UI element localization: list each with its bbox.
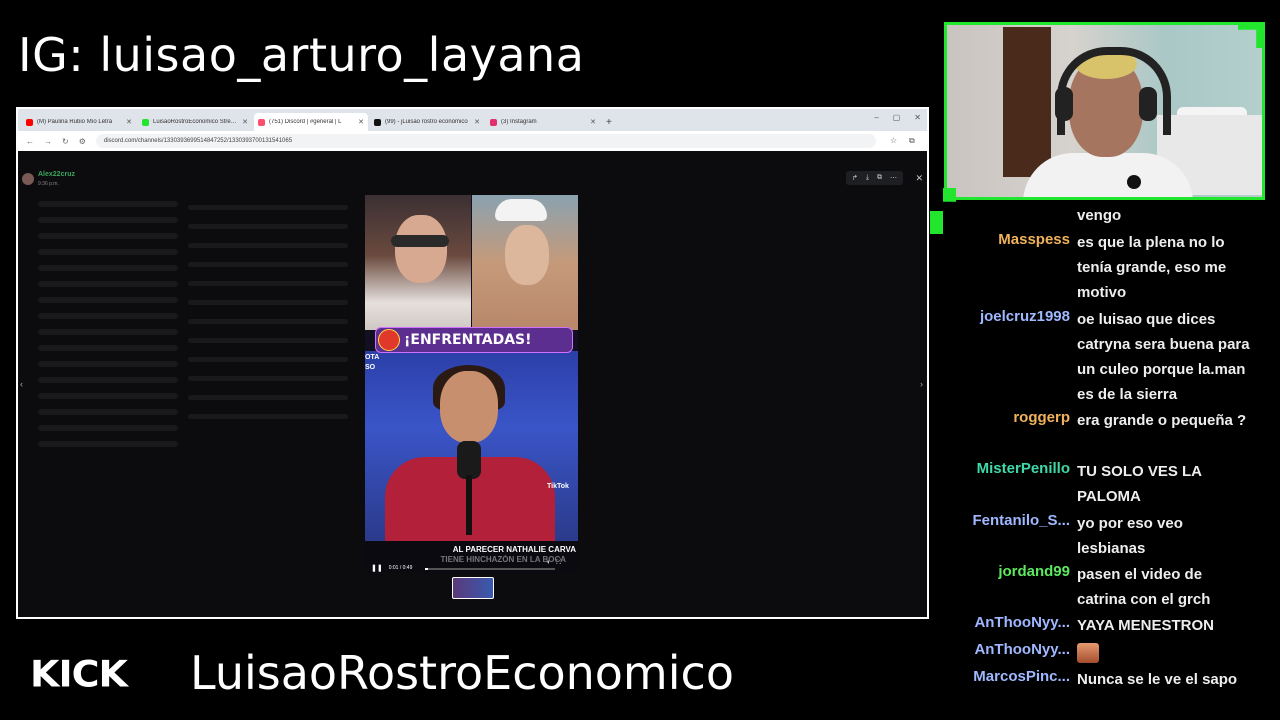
bookmark-star-icon[interactable]: ☆ <box>890 136 897 146</box>
video-right-controls: ◖ ⛶ <box>546 559 561 567</box>
video-progress-fill <box>425 568 428 570</box>
extensions-icon[interactable]: ⧉ <box>909 136 915 146</box>
interviewee <box>385 365 555 547</box>
forward-share-icon[interactable]: ↱ <box>852 174 858 182</box>
tab-discord[interactable]: (751) Discord | #general | L ✕ <box>254 113 368 131</box>
chat-username[interactable]: joelcruz1998 <box>980 308 1070 325</box>
video-lower-frame <box>365 351 578 547</box>
maximize-icon[interactable]: ▢ <box>893 113 901 122</box>
video-banner: ¡ENFRENTADAS! <box>375 327 573 353</box>
chat-username[interactable]: Fentanilo_S... <box>972 512 1070 529</box>
uploader-name[interactable]: Alex22cruz <box>38 171 75 178</box>
discord-icon <box>258 118 265 126</box>
download-icon[interactable]: ⤓ <box>866 174 869 182</box>
uploader-avatar <box>22 173 34 185</box>
site-info-icon[interactable]: ⚙ <box>79 137 86 146</box>
browser-window: (M) Paulina Rubio Mío Letra ✕ LuisaoRostr… <box>16 107 929 619</box>
back-icon[interactable]: ← <box>26 137 34 146</box>
video-progress-bar[interactable] <box>425 568 555 570</box>
discord-media-viewer: Alex22cruz 9:36 p.m. ↱ ⤓ ⧉ ⋯ ✕ ‹ › ¡ENFR… <box>18 151 927 617</box>
microphone <box>457 441 481 479</box>
kick-icon <box>142 118 149 126</box>
youtube-icon <box>26 118 33 126</box>
video-time: 0:01 / 0:49 <box>388 565 413 571</box>
upload-time: 9:36 p.m. <box>38 181 59 187</box>
new-tab-button[interactable]: + <box>606 117 612 128</box>
window-controls: – ▢ ✕ <box>874 113 921 122</box>
tab-close-icon[interactable]: ✕ <box>126 118 132 126</box>
tab-kick[interactable]: LuisaoRostroEconomico Stream ✕ <box>138 113 252 131</box>
tab-tiktok[interactable]: (99) - jLuisao rostro económico ✕ <box>370 113 484 131</box>
chat-username[interactable]: MarcosPinc... <box>973 668 1070 685</box>
tab-close-icon[interactable]: ✕ <box>358 118 364 126</box>
minimize-icon[interactable]: – <box>874 113 878 122</box>
sunglasses <box>391 235 449 247</box>
url-field[interactable]: discord.com/channels/1330393699514847252… <box>95 134 876 148</box>
kick-logo: KICK <box>30 653 128 695</box>
fullscreen-icon[interactable]: ⛶ <box>556 559 561 567</box>
tab-instagram[interactable]: (3) Instagram ✕ <box>486 113 600 131</box>
close-viewer-icon[interactable]: ✕ <box>915 173 923 184</box>
webcam-door <box>1003 27 1051 177</box>
address-bar: ← → ↻ ⚙ discord.com/channels/13303936995… <box>18 131 927 151</box>
open-external-icon[interactable]: ⧉ <box>877 174 882 182</box>
volume-icon[interactable]: ◖ <box>546 559 550 567</box>
tab-close-icon[interactable]: ✕ <box>474 118 480 126</box>
webcam-frame <box>944 22 1265 200</box>
tab-youtube[interactable]: (M) Paulina Rubio Mío Letra ✕ <box>22 113 136 131</box>
ig-handle-title: IG: luisao_arturo_layana <box>18 28 585 82</box>
chat-username[interactable]: jordand99 <box>998 563 1070 580</box>
chat-username[interactable]: AnThooNyy... <box>974 641 1070 658</box>
media-thumbnail[interactable] <box>452 577 494 599</box>
chat-username[interactable]: AnThooNyy... <box>974 614 1070 631</box>
channel-list-dimmed <box>38 191 178 571</box>
chat-username[interactable]: MisterPenillo <box>977 460 1070 477</box>
chat-emote-icon <box>1077 643 1099 664</box>
baseball-cap <box>495 199 547 221</box>
tiktok-watermark: TikTok <box>547 483 569 490</box>
channel-badge-icon <box>378 329 400 351</box>
tab-close-icon[interactable]: ✕ <box>242 118 248 126</box>
video-player[interactable]: ¡ENFRENTADAS! OTA SO TikTok AL PARECER N… <box>365 195 578 573</box>
message-list-dimmed <box>188 191 348 591</box>
forward-icon[interactable]: → <box>44 137 52 146</box>
tiktok-icon <box>374 118 381 126</box>
media-toolbar: ↱ ⤓ ⧉ ⋯ <box>846 171 903 185</box>
chat-username[interactable]: Masspess <box>998 231 1070 248</box>
channel-name: LuisaoRostroEconomico <box>190 646 734 700</box>
instagram-icon <box>490 118 497 126</box>
more-options-icon[interactable]: ⋯ <box>890 174 897 182</box>
video-side-label: OTA SO <box>365 354 380 371</box>
next-media-icon[interactable]: › <box>920 379 923 389</box>
close-window-icon[interactable]: ✕ <box>914 113 921 122</box>
tab-close-icon[interactable]: ✕ <box>590 118 596 126</box>
pause-icon[interactable]: ❚❚ <box>371 564 383 572</box>
previous-media-icon[interactable]: ‹ <box>20 379 23 389</box>
tab-bar: (M) Paulina Rubio Mío Letra ✕ LuisaoRostr… <box>18 109 927 131</box>
chat-panel: vengo Masspess es que la plena no lo ten… <box>946 205 1266 705</box>
video-photo-left <box>365 195 471 330</box>
reload-icon[interactable]: ↻ <box>62 137 69 146</box>
profile-icon[interactable]: ● <box>927 136 928 146</box>
headset-mic <box>1127 175 1141 189</box>
chat-username[interactable]: roggerp <box>1013 409 1070 426</box>
